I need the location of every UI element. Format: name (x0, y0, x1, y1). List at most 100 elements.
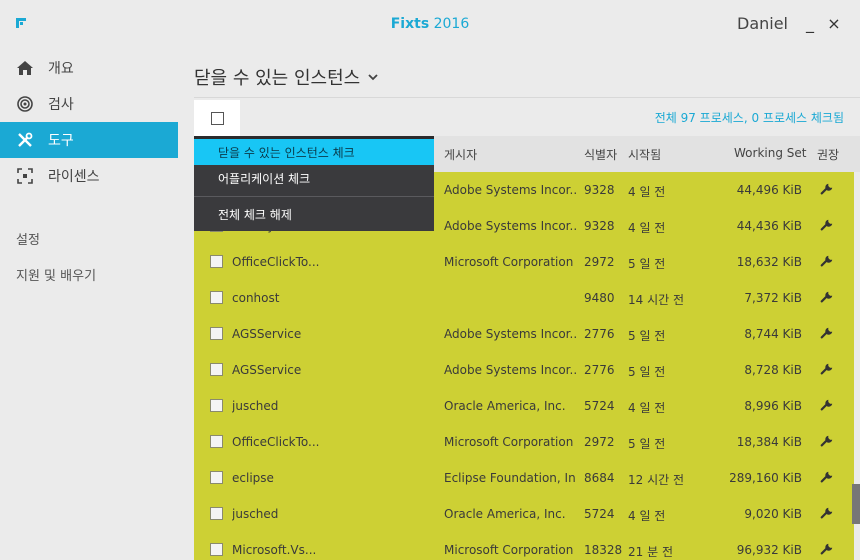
table-row[interactable]: OfficeClickTo... Microsoft Corporation 297… (194, 244, 854, 280)
process-pid: 8684 (584, 471, 615, 485)
app-title: Fixts 2016 (0, 16, 860, 32)
process-started: 12 시간 전 (628, 473, 685, 487)
column-pid[interactable]: 식별자 (584, 146, 617, 163)
process-working-set: 8,996 KiB (744, 399, 802, 413)
target-icon (16, 95, 34, 113)
table-row[interactable]: eclipse Eclipse Foundation, Inc. 8684 12 시간… (194, 460, 854, 496)
wrench-icon[interactable] (820, 290, 836, 306)
row-checkbox[interactable] (210, 507, 223, 520)
wrench-icon[interactable] (820, 218, 836, 234)
main-panel: 닫을 수 있는 인스턴스 전체 97 프로세스, 0 프로세스 체크됨 게시자 … (194, 50, 860, 560)
wrench-icon[interactable] (820, 362, 836, 378)
table-row[interactable]: jusched Oracle America, Inc. 5724 4 일 전 8,99… (194, 388, 854, 424)
process-publisher: Oracle America, Inc. (444, 399, 566, 413)
table-row[interactable]: Microsoft.Vs... Microsoft Corporation 1832… (194, 532, 854, 560)
sidebar-item-tools[interactable]: 도구 (0, 122, 178, 158)
table-row[interactable]: conhost 9480 14 시간 전 7,372 KiB (194, 280, 854, 316)
process-working-set: 44,496 KiB (736, 183, 802, 197)
row-checkbox[interactable] (210, 327, 223, 340)
toolbar: 전체 97 프로세스, 0 프로세스 체크됨 (194, 98, 860, 136)
process-started: 5 일 전 (628, 437, 666, 451)
table-row[interactable]: OfficeClickTo... Microsoft Corporation 297… (194, 424, 854, 460)
select-all-checkbox[interactable] (194, 100, 240, 136)
sidebar-item-overview[interactable]: 개요 (0, 50, 178, 86)
row-checkbox[interactable] (210, 543, 223, 556)
sidebar-item-scan[interactable]: 검사 (0, 86, 178, 122)
wrench-icon[interactable] (820, 254, 836, 270)
process-name: eclipse (232, 471, 274, 485)
process-pid: 2776 (584, 327, 615, 341)
process-name: conhost (232, 291, 280, 305)
sidebar-item-license[interactable]: 라이센스 (0, 158, 178, 194)
wrench-icon[interactable] (820, 542, 836, 558)
process-pid: 2776 (584, 363, 615, 377)
process-started: 5 일 전 (628, 329, 666, 343)
license-icon (16, 167, 34, 185)
process-publisher: Eclipse Foundation, Inc. (444, 471, 576, 485)
process-started: 4 일 전 (628, 509, 666, 523)
menu-item-check-closable[interactable]: 닫을 수 있는 인스턴스 체크 (194, 139, 434, 165)
process-working-set: 96,932 KiB (736, 543, 802, 557)
user-name[interactable]: Daniel (737, 14, 788, 33)
column-working-set[interactable]: Working Set (734, 146, 806, 160)
process-working-set: 8,728 KiB (744, 363, 802, 377)
table-row[interactable]: AGSService Adobe Systems Incor... 2776 5 일 … (194, 352, 854, 388)
menu-item-check-applications[interactable]: 어플리케이션 체크 (194, 165, 434, 191)
process-publisher: Adobe Systems Incor... (444, 219, 576, 233)
app-year: 2016 (433, 16, 470, 32)
sidebar-item-label: 검사 (48, 97, 74, 113)
process-name: jusched (232, 507, 279, 521)
menu-item-uncheck-all[interactable]: 전체 체크 해제 (194, 201, 434, 227)
column-rights[interactable]: 권장 (817, 146, 839, 163)
process-name: jusched (232, 399, 279, 413)
column-started[interactable]: 시작됨 (628, 146, 661, 163)
process-name: AGSService (232, 363, 302, 377)
row-checkbox[interactable] (210, 471, 223, 484)
process-name: OfficeClickTo... (232, 435, 320, 449)
row-checkbox[interactable] (210, 291, 223, 304)
sidebar-item-label: 라이센스 (48, 169, 100, 185)
row-checkbox[interactable] (210, 363, 223, 376)
page-title-dropdown[interactable]: 닫을 수 있는 인스턴스 (194, 64, 378, 90)
process-working-set: 18,632 KiB (736, 255, 802, 269)
row-checkbox[interactable] (210, 255, 223, 268)
table-row[interactable]: jusched Oracle America, Inc. 5724 4 일 전 9,02… (194, 496, 854, 532)
row-checkbox[interactable] (210, 399, 223, 412)
process-started: 14 시간 전 (628, 293, 685, 307)
minimize-button[interactable]: _ (802, 14, 818, 34)
wrench-icon[interactable] (820, 434, 836, 450)
process-publisher: Adobe Systems Incor... (444, 327, 576, 341)
home-icon (16, 59, 34, 77)
title-bar: Fixts 2016 Daniel _ × (0, 0, 860, 50)
chevron-down-icon (368, 74, 378, 81)
wrench-icon[interactable] (820, 398, 836, 414)
process-working-set: 7,372 KiB (744, 291, 802, 305)
process-pid: 2972 (584, 255, 615, 269)
process-pid: 2972 (584, 435, 615, 449)
process-pid: 18328 (584, 543, 623, 557)
checkbox-square (210, 111, 224, 125)
sidebar-item-label: 도구 (48, 133, 74, 149)
process-working-set: 289,160 KiB (729, 471, 802, 485)
wrench-icon[interactable] (820, 506, 836, 522)
wrench-icon[interactable] (820, 326, 836, 342)
sidebar-item-settings[interactable]: 설정 (0, 220, 178, 256)
close-button[interactable]: × (826, 14, 842, 34)
scrollbar[interactable] (852, 484, 860, 524)
process-started: 4 일 전 (628, 221, 666, 235)
table-row[interactable]: AGSService Adobe Systems Incor... 2776 5 일 … (194, 316, 854, 352)
wrench-icon[interactable] (820, 470, 836, 486)
tools-icon (16, 131, 34, 149)
process-summary: 전체 97 프로세스, 0 프로세스 체크됨 (654, 111, 844, 125)
process-working-set: 44,436 KiB (736, 219, 802, 233)
process-working-set: 9,020 KiB (744, 507, 802, 521)
sidebar-item-support[interactable]: 지원 및 배우기 (0, 256, 178, 292)
process-started: 21 분 전 (628, 545, 673, 559)
column-publisher[interactable]: 게시자 (444, 146, 477, 163)
process-name: Microsoft.Vs... (232, 543, 317, 557)
process-pid: 9328 (584, 183, 615, 197)
row-checkbox[interactable] (210, 435, 223, 448)
wrench-icon[interactable] (820, 182, 836, 198)
process-started: 4 일 전 (628, 185, 666, 199)
process-started: 5 일 전 (628, 365, 666, 379)
